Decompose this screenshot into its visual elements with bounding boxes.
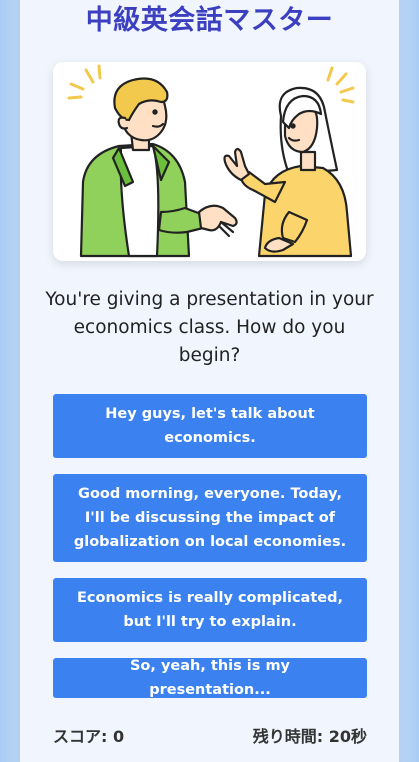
woman-figure — [223, 86, 353, 258]
answer-option-3-button[interactable]: Economics is really complicated, but I'l… — [53, 578, 367, 642]
answer-option-4-button[interactable]: So, yeah, this is my presentation... — [53, 658, 367, 698]
man-figure — [79, 77, 238, 258]
question-text: You're giving a presentation in your eco… — [45, 289, 374, 366]
answer-option-1-button[interactable]: Hey guys, let's talk about economics. — [53, 394, 367, 458]
conversation-illustration — [53, 62, 366, 261]
sparkle-right-icon — [326, 66, 355, 104]
time-remaining-label: 残り時間: 20秒 — [252, 727, 367, 746]
conversation-illustration-image — [67, 64, 355, 258]
sparkle-left-icon — [67, 64, 102, 100]
status-bar: スコア: 0 残り時間: 20秒 — [53, 723, 367, 747]
score-label: スコア: 0 — [53, 727, 125, 746]
answer-option-2-button[interactable]: Good morning, everyone. Today, I'll be d… — [53, 474, 367, 562]
app-title: 中級英会話マスター — [85, 5, 334, 36]
